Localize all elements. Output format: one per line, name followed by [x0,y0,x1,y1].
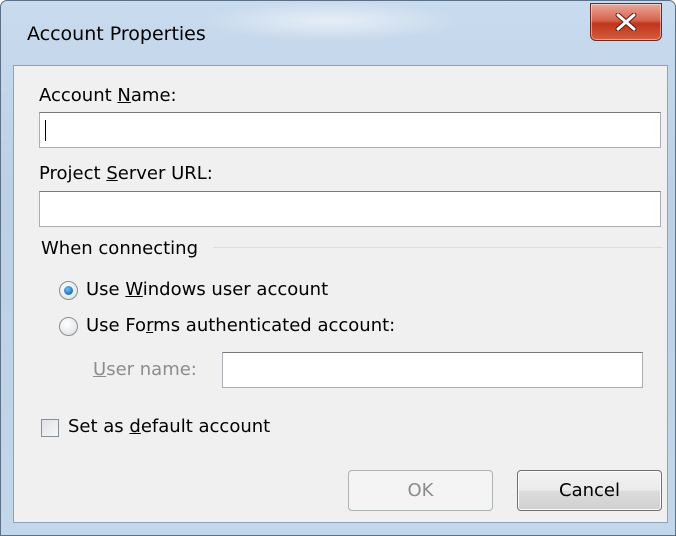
cancel-button[interactable]: Cancel [517,470,662,511]
close-x-icon [615,13,637,31]
dialog-client-area: Account Name: Project Server URL: When c… [13,65,668,523]
user-name-input[interactable] [222,352,643,388]
forms-account-label[interactable]: Use Forms authenticated account: [86,315,395,336]
default-account-label[interactable]: Set as default account [68,416,270,437]
user-name-label: User name: [93,359,197,380]
ok-button[interactable]: OK [348,470,493,511]
forms-account-radio[interactable] [59,317,78,336]
text-caret [45,120,46,141]
when-connecting-group-label: When connecting [41,238,198,259]
windows-account-label[interactable]: Use Windows user account [86,279,328,300]
project-server-url-input[interactable] [39,191,661,227]
account-name-input[interactable] [39,112,661,148]
dialog-title: Account Properties [27,23,206,45]
project-server-url-label: Project Server URL: [39,163,213,184]
close-button[interactable] [590,3,662,41]
windows-account-radio[interactable] [59,281,78,300]
account-name-label: Account Name: [39,85,177,106]
dialog-window: Account Properties Account Name: Project… [0,0,676,536]
group-separator [213,247,663,248]
default-account-checkbox[interactable] [41,419,59,437]
